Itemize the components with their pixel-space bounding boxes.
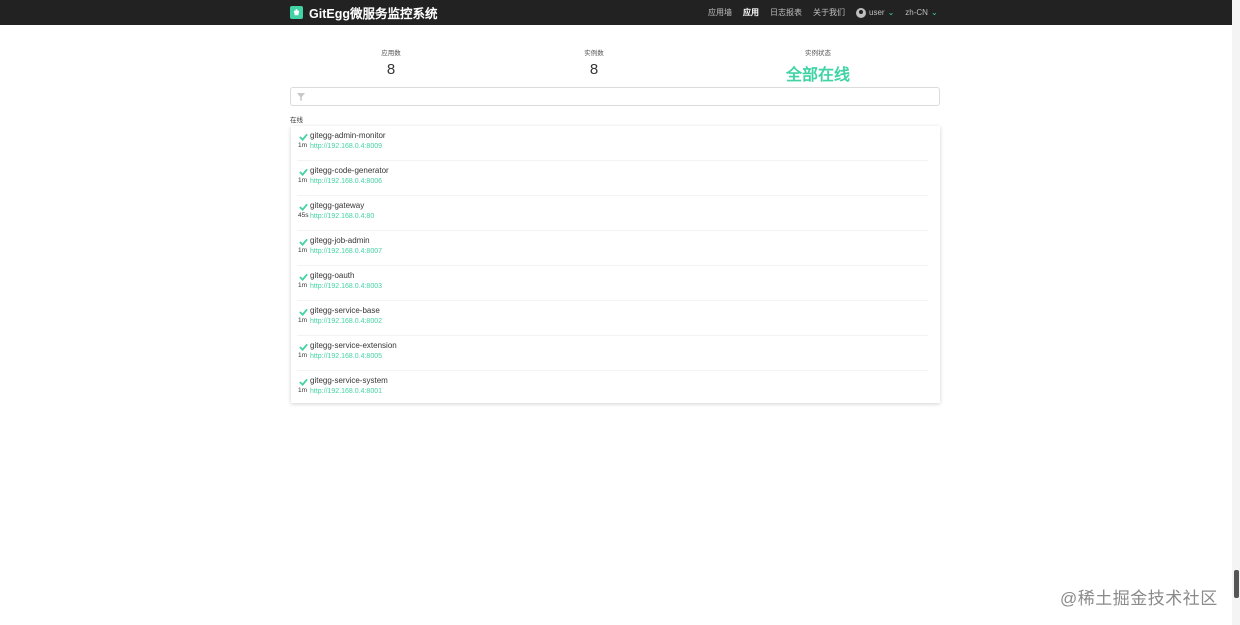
- check-icon: [299, 343, 308, 351]
- app-url-link[interactable]: http://192.168.0.4:8009: [310, 143, 382, 150]
- uptime: 1m: [298, 177, 308, 184]
- brand-logo-icon: [290, 6, 303, 19]
- locale-menu[interactable]: zh-CN ⌄: [905, 8, 937, 17]
- app-name: gitegg-code-generator: [310, 166, 389, 175]
- stat-instance-status: 实例状态 全部在线: [738, 47, 898, 85]
- user-avatar-icon: [856, 7, 866, 18]
- stat-label: 实例数: [584, 50, 604, 57]
- app-name: gitegg-service-base: [310, 306, 380, 315]
- locale-label: zh-CN: [905, 8, 928, 17]
- list-item[interactable]: 1m gitegg-code-generator http://192.168.…: [291, 161, 940, 196]
- top-navbar: GitEgg微服务监控系统 应用墙 应用 日志报表 关于我们 user ⌄ zh…: [0, 0, 1232, 25]
- check-icon: [299, 133, 308, 141]
- application-list: 1m gitegg-admin-monitor http://192.168.0…: [291, 126, 940, 403]
- app-url-link[interactable]: http://192.168.0.4:8005: [310, 353, 382, 360]
- app-title: GitEgg微服务监控系统: [309, 7, 438, 21]
- check-icon: [299, 168, 308, 176]
- filter-input[interactable]: [311, 90, 935, 105]
- app-url-link[interactable]: http://192.168.0.4:80: [310, 213, 374, 220]
- nav-item-wallboard[interactable]: 应用墙: [708, 7, 732, 18]
- uptime: 1m: [298, 352, 308, 359]
- app-url-link[interactable]: http://192.168.0.4:8003: [310, 283, 382, 290]
- list-item[interactable]: 45s gitegg-gateway http://192.168.0.4:80: [291, 196, 940, 231]
- scrollbar-thumb[interactable]: [1234, 570, 1239, 598]
- app-name: gitegg-service-system: [310, 376, 388, 385]
- uptime: 1m: [298, 282, 308, 289]
- app-name: gitegg-service-extension: [310, 341, 397, 350]
- filter-icon: [297, 93, 305, 101]
- stat-applications: 应用数 8: [311, 47, 471, 78]
- list-item[interactable]: 1m gitegg-service-system http://192.168.…: [291, 371, 940, 406]
- uptime: 1m: [298, 247, 308, 254]
- uptime: 1m: [298, 387, 308, 394]
- list-item[interactable]: 1m gitegg-oauth http://192.168.0.4:8003: [291, 266, 940, 301]
- list-item[interactable]: 1m gitegg-service-extension http://192.1…: [291, 336, 940, 371]
- stat-value: 8: [589, 61, 599, 78]
- app-name: gitegg-job-admin: [310, 236, 370, 245]
- chevron-down-icon: ⌄: [887, 8, 895, 17]
- stat-instances: 实例数 8: [514, 47, 674, 78]
- list-item[interactable]: 1m gitegg-admin-monitor http://192.168.0…: [291, 126, 940, 161]
- nav-item-about[interactable]: 关于我们: [813, 7, 845, 18]
- list-item[interactable]: 1m gitegg-service-base http://192.168.0.…: [291, 301, 940, 336]
- stat-label: 应用数: [381, 50, 401, 57]
- uptime: 1m: [298, 317, 308, 324]
- app-name: gitegg-admin-monitor: [310, 131, 386, 140]
- stat-value: 8: [386, 61, 396, 78]
- filter-box: [290, 87, 940, 106]
- app-url-link[interactable]: http://192.168.0.4:8006: [310, 178, 382, 185]
- uptime: 1m: [298, 142, 308, 149]
- app-url-link[interactable]: http://192.168.0.4:8001: [310, 388, 382, 395]
- watermark: @稀土掘金技术社区: [1060, 589, 1218, 608]
- app-name: gitegg-gateway: [310, 201, 365, 210]
- nav-menu: 应用墙 应用 日志报表 关于我们 user ⌄ zh-CN ⌄: [708, 0, 949, 25]
- stat-label: 实例状态: [805, 50, 831, 57]
- scrollbar[interactable]: [1232, 0, 1240, 625]
- check-icon: [299, 273, 308, 281]
- nav-item-log-report[interactable]: 日志报表: [770, 7, 802, 18]
- chevron-down-icon: ⌄: [930, 8, 938, 17]
- app-url-link[interactable]: http://192.168.0.4:8002: [310, 318, 382, 325]
- check-icon: [299, 378, 308, 386]
- list-item[interactable]: 1m gitegg-job-admin http://192.168.0.4:8…: [291, 231, 940, 266]
- group-label: 在线: [290, 117, 303, 124]
- user-menu[interactable]: user ⌄: [856, 7, 895, 18]
- stat-value: 全部在线: [785, 67, 850, 84]
- brand[interactable]: GitEgg微服务监控系统: [290, 0, 437, 25]
- user-name: user: [869, 8, 885, 17]
- nav-item-applications[interactable]: 应用: [743, 7, 759, 18]
- app-name: gitegg-oauth: [310, 271, 355, 280]
- uptime: 45s: [298, 212, 309, 219]
- check-icon: [299, 238, 308, 246]
- check-icon: [299, 203, 308, 211]
- check-icon: [299, 308, 308, 316]
- app-url-link[interactable]: http://192.168.0.4:8007: [310, 248, 382, 255]
